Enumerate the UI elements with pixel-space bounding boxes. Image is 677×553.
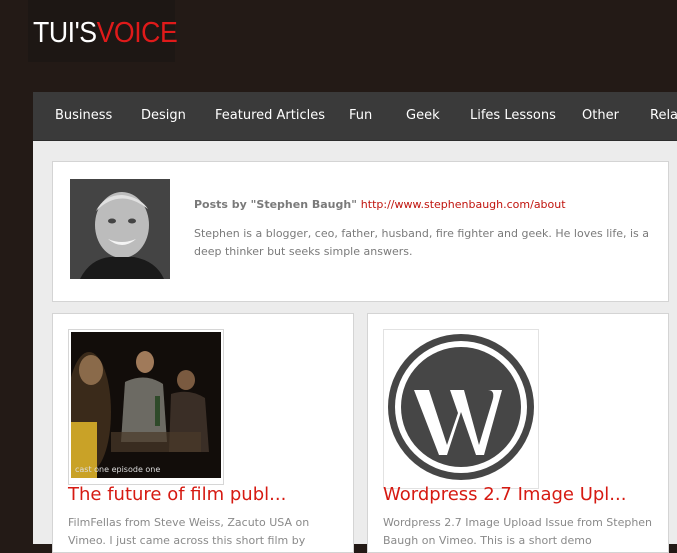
wordpress-logo-icon [384,330,538,484]
logo-text-tuis: TUI'S [33,17,97,49]
posts-by-label: Posts by "Stephen Baugh" [194,198,357,211]
author-url-link[interactable]: http://www.stephenbaugh.com/about [361,198,566,211]
logo-text-voice: VOICE [96,17,178,49]
post-title-link[interactable]: Wordpress 2.7 Image Upl... [383,484,626,505]
avatar-photo [70,179,170,279]
author-bio: Stephen is a blogger, ceo, father, husba… [194,227,649,258]
nav-item-featured-articles[interactable]: Featured Articles [215,108,325,123]
nav-item-other[interactable]: Other [582,108,619,123]
post-thumbnail[interactable]: cast one episode one [67,329,224,485]
author-heading: Posts by "Stephen Baugh" http://www.step… [194,198,566,211]
content-area: Posts by "Stephen Baugh" http://www.step… [33,141,677,553]
post-title-link[interactable]: The future of film publ... [68,484,286,505]
nav-item-lifes-lessons[interactable]: Lifes Lessons [470,108,556,123]
site-logo[interactable]: TUI'SVOICE [33,16,178,50]
post-excerpt: Wordpress 2.7 Image Upload Issue from St… [383,516,653,547]
author-box: Posts by "Stephen Baugh" http://www.step… [52,161,669,302]
main-navigation: Business Design Featured Articles Fun Ge… [33,92,677,141]
video-still-image: cast one episode one [67,332,221,478]
thumb-caption: cast one episode one [75,465,160,474]
post-thumbnail[interactable] [383,329,539,489]
nav-item-design[interactable]: Design [141,108,186,123]
nav-item-business[interactable]: Business [55,108,112,123]
author-avatar [70,179,170,279]
nav-item-related[interactable]: Relat [650,108,677,123]
post-excerpt: FilmFellas from Steve Weiss, Zacuto USA … [68,516,310,547]
nav-item-fun[interactable]: Fun [349,108,372,123]
nav-item-geek[interactable]: Geek [406,108,440,123]
post-card: cast one episode one The future of film … [52,313,354,553]
post-card: Wordpress 2.7 Image Upl... Wordpress 2.7… [367,313,669,553]
